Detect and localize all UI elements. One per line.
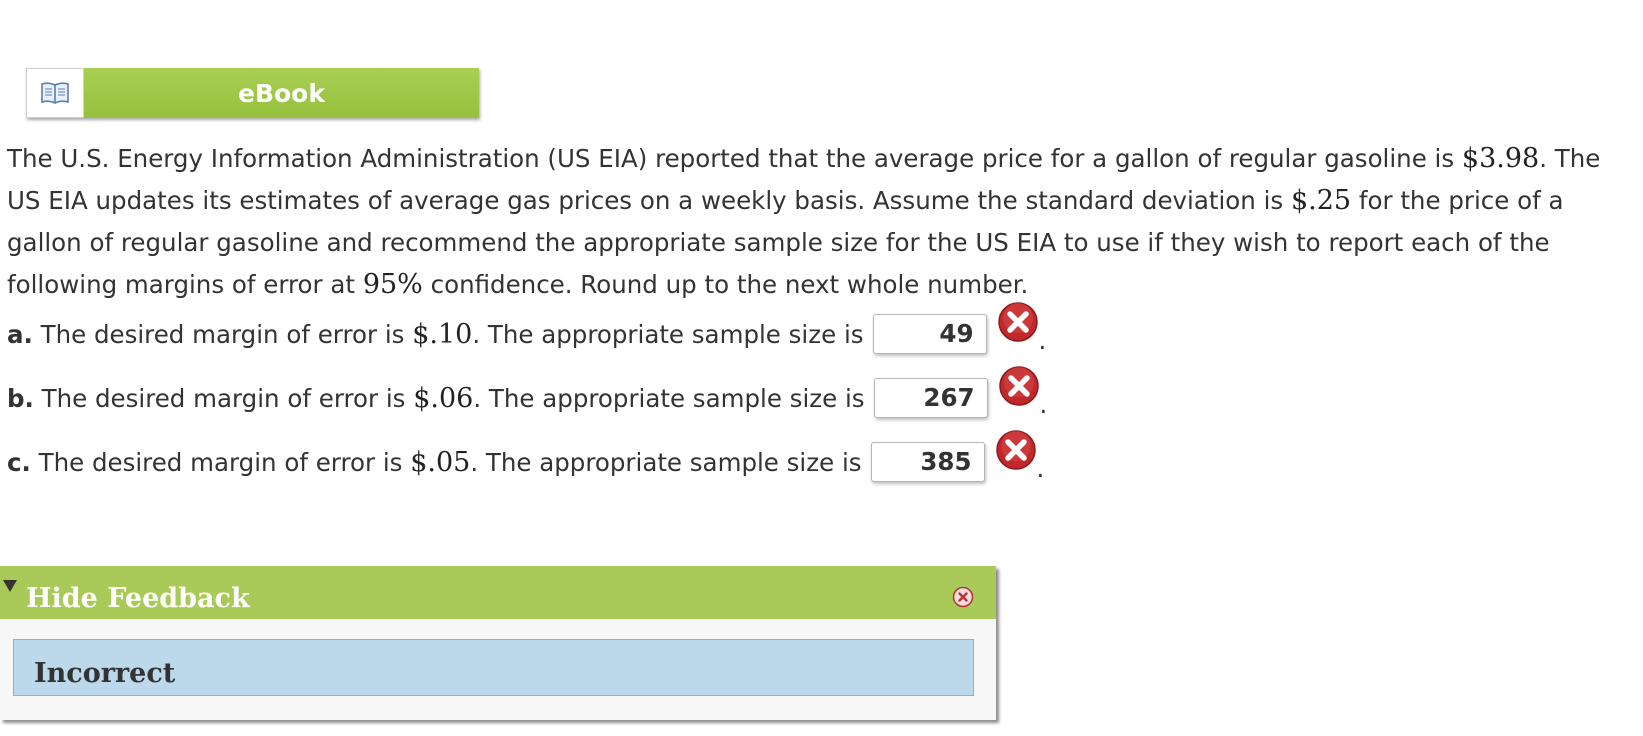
answer-input-a[interactable]: 49 (872, 314, 987, 354)
ebook-label: eBook (84, 68, 479, 118)
answer-input-b[interactable]: 267 (873, 378, 988, 418)
part-text-after: . The appropriate sample size is (470, 447, 862, 477)
part-text-after: . The appropriate sample size is (472, 319, 864, 349)
incorrect-x-icon (995, 430, 1036, 470)
hide-feedback-toggle[interactable]: Hide Feedback (26, 583, 250, 614)
question-text-1: The U.S. Energy Information Administrati… (7, 144, 1462, 173)
part-margin: $.10 (412, 318, 473, 350)
feedback-result-box: Incorrect (13, 639, 974, 696)
part-b: b. The desired margin of error is $.06. … (7, 366, 1048, 419)
part-letter: a. (7, 319, 33, 349)
part-text-before: The desired margin of error is (30, 447, 411, 477)
part-text-before: The desired margin of error is (32, 319, 413, 349)
part-text-after: . The appropriate sample size is (473, 383, 865, 413)
part-letter: b. (7, 383, 34, 413)
sentence-period: . (1038, 325, 1047, 355)
part-letter: c. (7, 447, 31, 477)
incorrect-x-icon (998, 366, 1039, 406)
feedback-header: Hide Feedback (0, 566, 996, 619)
question-confidence: 95% (362, 269, 423, 300)
part-c: c. The desired margin of error is $.05. … (7, 430, 1045, 483)
part-text-before: The desired margin of error is (33, 383, 414, 413)
ebook-button[interactable]: eBook (26, 68, 479, 118)
sentence-period: . (1036, 453, 1045, 483)
question-price: $3.98 (1461, 143, 1540, 174)
caret-down-icon (3, 580, 17, 592)
question-text-4: confidence. Round up to the next whole n… (422, 270, 1029, 299)
sentence-period: . (1039, 389, 1048, 419)
open-book-icon (41, 82, 69, 104)
feedback-result: Incorrect (34, 658, 176, 689)
incorrect-x-icon (997, 302, 1038, 342)
feedback-panel: Hide Feedback Incorrect (0, 566, 996, 720)
part-margin: $.06 (413, 382, 474, 414)
part-margin: $.05 (410, 446, 471, 478)
question-text: The U.S. Energy Information Administrati… (7, 138, 1637, 306)
question-std-dev: $.25 (1290, 185, 1352, 216)
close-icon[interactable] (952, 586, 974, 608)
part-a: a. The desired margin of error is $.10. … (7, 302, 1047, 355)
answer-input-c[interactable]: 385 (870, 442, 985, 482)
ebook-icon-box (26, 68, 84, 118)
